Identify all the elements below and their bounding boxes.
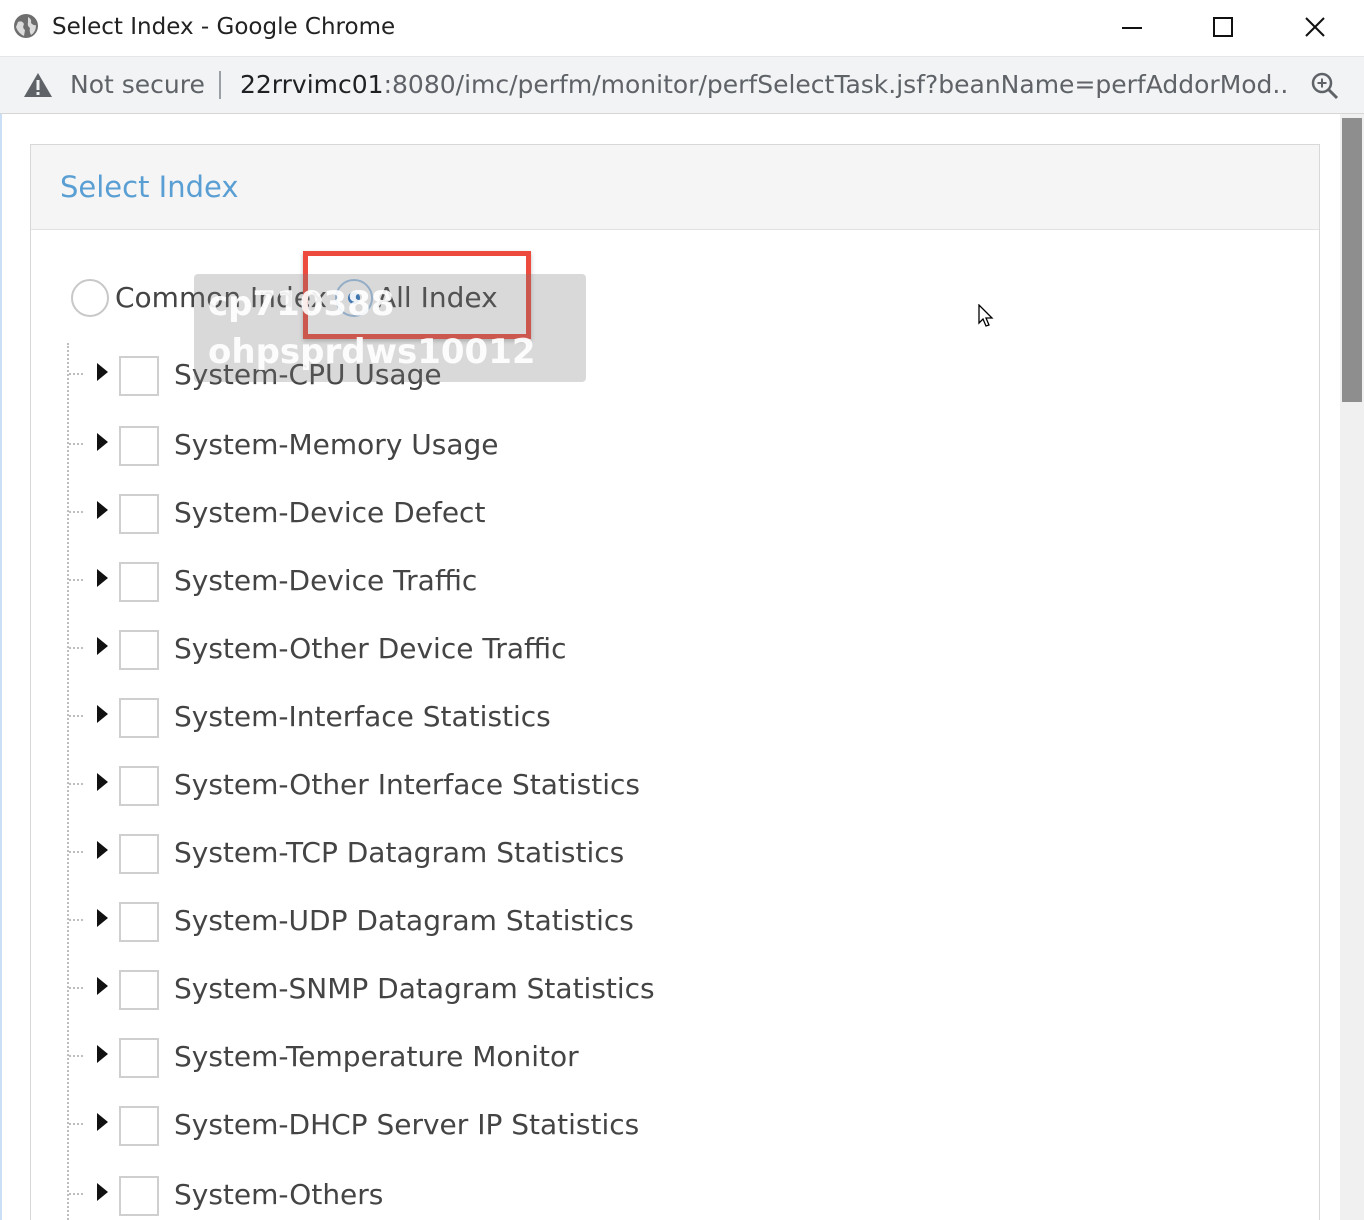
expand-arrow-icon[interactable] — [97, 1113, 108, 1131]
tree-item-checkbox[interactable] — [119, 630, 159, 670]
expand-arrow-icon[interactable] — [97, 637, 108, 655]
tree-item-device-defect[interactable]: System-Device Defect — [67, 487, 967, 547]
tree-item-checkbox[interactable] — [119, 902, 159, 942]
tree-connector — [69, 373, 83, 375]
tree-item-other-device-traffic[interactable]: System-Other Device Traffic — [67, 623, 967, 683]
close-icon — [1305, 17, 1325, 37]
expand-arrow-icon[interactable] — [97, 841, 108, 859]
mouse-cursor-icon — [978, 304, 994, 327]
tree-connector — [69, 1123, 83, 1125]
tree-connector — [69, 511, 83, 513]
tree-item-others[interactable]: System-Others — [67, 1169, 967, 1220]
radio-common-index-circle[interactable] — [71, 279, 109, 317]
tree-item-checkbox[interactable] — [119, 1038, 159, 1078]
tree-item-checkbox[interactable] — [119, 1106, 159, 1146]
expand-arrow-icon[interactable] — [97, 363, 108, 381]
tree-item-other-interface-statistics[interactable]: System-Other Interface Statistics — [67, 759, 967, 819]
tree-item-checkbox[interactable] — [119, 970, 159, 1010]
security-status[interactable]: Not secure — [70, 69, 205, 101]
expand-arrow-icon[interactable] — [97, 773, 108, 791]
url-text[interactable]: 22rrvimc01:8080/imc/perfm/monitor/perfSe… — [240, 69, 1290, 101]
url-path: :8080/imc/perfm/monitor/perfSelectTask.j… — [383, 70, 1290, 99]
tree-connector — [69, 919, 83, 921]
expand-arrow-icon[interactable] — [97, 909, 108, 927]
address-separator — [219, 71, 221, 99]
tree-item-label[interactable]: System-Others — [174, 1175, 383, 1215]
scrollbar-thumb[interactable] — [1342, 118, 1362, 402]
tree-item-dhcp-server-ip-statistics[interactable]: System-DHCP Server IP Statistics — [67, 1099, 967, 1159]
tree-connector — [69, 647, 83, 649]
tree-item-label[interactable]: System-Memory Usage — [174, 425, 499, 465]
tree-connector — [69, 1193, 83, 1195]
tree-item-temperature-monitor[interactable]: System-Temperature Monitor — [67, 1031, 967, 1091]
tree-item-checkbox[interactable] — [119, 426, 159, 466]
maximize-icon — [1213, 17, 1233, 37]
tree-item-checkbox[interactable] — [119, 698, 159, 738]
warning-icon — [24, 73, 52, 97]
window-title-bar: Select Index - Google Chrome — [0, 0, 1364, 57]
tree-item-checkbox[interactable] — [119, 562, 159, 602]
tree-connector — [69, 579, 83, 581]
watermark-line-1: cp710388 — [208, 284, 395, 324]
panel-header: Select Index — [31, 145, 1319, 230]
tree-item-udp-datagram-statistics[interactable]: System-UDP Datagram Statistics — [67, 895, 967, 955]
tree-item-label[interactable]: System-SNMP Datagram Statistics — [174, 969, 655, 1009]
expand-arrow-icon[interactable] — [97, 705, 108, 723]
tree-item-label[interactable]: System-Other Device Traffic — [174, 629, 566, 669]
globe-icon — [14, 14, 38, 38]
expand-arrow-icon[interactable] — [97, 501, 108, 519]
tree-item-label[interactable]: System-Device Defect — [174, 493, 485, 533]
zoom-icon[interactable] — [1310, 71, 1340, 101]
window-title: Select Index - Google Chrome — [52, 14, 396, 40]
tree-item-checkbox[interactable] — [119, 766, 159, 806]
tree-item-label[interactable]: System-TCP Datagram Statistics — [174, 833, 624, 873]
tree-item-label[interactable]: System-Temperature Monitor — [174, 1037, 579, 1077]
tree-connector — [69, 1055, 83, 1057]
tree-item-checkbox[interactable] — [119, 1176, 159, 1216]
expand-arrow-icon[interactable] — [97, 1183, 108, 1201]
user-watermark: cp710388 ohpsprdws10012 — [194, 274, 586, 382]
tree-item-label[interactable]: System-Interface Statistics — [174, 697, 551, 737]
tree-connector — [69, 715, 83, 717]
tree-connector — [69, 987, 83, 989]
minimize-button[interactable] — [1097, 6, 1167, 48]
panel-title: Select Index — [60, 170, 239, 204]
expand-arrow-icon[interactable] — [97, 977, 108, 995]
address-bar[interactable]: Not secure 22rrvimc01:8080/imc/perfm/mon… — [0, 57, 1364, 114]
tree-item-device-traffic[interactable]: System-Device Traffic — [67, 555, 967, 615]
maximize-button[interactable] — [1188, 6, 1258, 48]
window-left-edge — [0, 114, 2, 1220]
expand-arrow-icon[interactable] — [97, 569, 108, 587]
tree-item-label[interactable]: System-Device Traffic — [174, 561, 477, 601]
expand-arrow-icon[interactable] — [97, 433, 108, 451]
tree-item-memory-usage[interactable]: System-Memory Usage — [67, 419, 967, 479]
tree-item-tcp-datagram-statistics[interactable]: System-TCP Datagram Statistics — [67, 827, 967, 887]
tree-connector — [69, 443, 83, 445]
tree-item-label[interactable]: System-UDP Datagram Statistics — [174, 901, 634, 941]
tree-item-snmp-datagram-statistics[interactable]: System-SNMP Datagram Statistics — [67, 963, 967, 1023]
expand-arrow-icon[interactable] — [97, 1045, 108, 1063]
url-host: 22rrvimc01 — [240, 70, 384, 99]
tree-item-label[interactable]: System-Other Interface Statistics — [174, 765, 640, 805]
minimize-icon — [1122, 27, 1142, 29]
tree-item-checkbox[interactable] — [119, 356, 159, 396]
tree-item-interface-statistics[interactable]: System-Interface Statistics — [67, 691, 967, 751]
tree-item-checkbox[interactable] — [119, 494, 159, 534]
tree-connector — [69, 851, 83, 853]
watermark-line-2: ohpsprdws10012 — [208, 332, 536, 372]
tree-item-checkbox[interactable] — [119, 834, 159, 874]
close-button[interactable] — [1280, 6, 1350, 48]
tree-connector — [69, 783, 83, 785]
tree-item-label[interactable]: System-DHCP Server IP Statistics — [174, 1105, 639, 1145]
